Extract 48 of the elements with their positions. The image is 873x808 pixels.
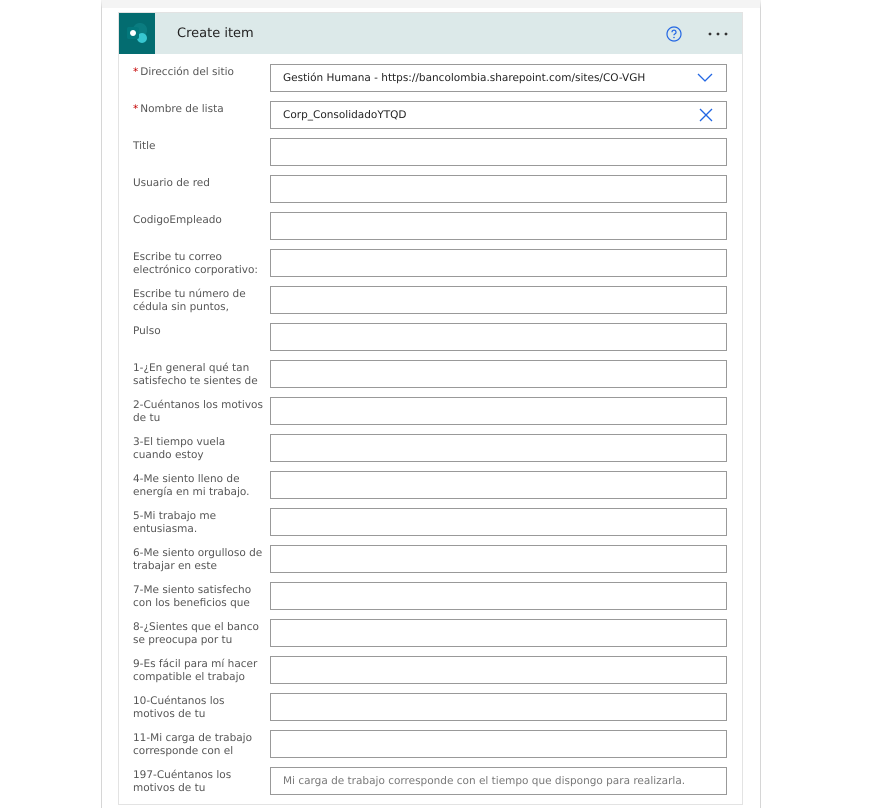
input-field[interactable] — [270, 582, 727, 610]
logo-icon — [119, 13, 155, 54]
input-field[interactable] — [270, 249, 727, 277]
field-label: 5-Mi trabajo me entusiasma. — [133, 510, 216, 535]
required-mark: * — [133, 103, 138, 115]
field-label: 6-Me siento orgulloso de trabajar en este — [133, 547, 262, 572]
input-field[interactable] — [270, 397, 727, 425]
input-field[interactable]: Mi carga de trabajo corresponde con el tiempo que dispongo para realizarla. — [270, 767, 727, 795]
field-label: 197-Cuéntanos los motivos de tu — [133, 769, 232, 794]
input-field[interactable] — [270, 471, 727, 499]
field-label: Title — [133, 140, 156, 152]
required-mark: * — [133, 66, 138, 78]
field-label: Escribe tu correo electrónico corporativo: — [133, 251, 258, 276]
field-label: Usuario de red — [133, 177, 210, 189]
input-field[interactable] — [270, 323, 727, 351]
input-field[interactable]: Corp_ConsolidadoYTQD — [270, 101, 727, 129]
field-label: 2-Cuéntanos los motivos de tu — [133, 399, 263, 424]
field-label: Dirección del sitio — [140, 66, 234, 78]
input-field[interactable] — [270, 175, 727, 203]
input-field[interactable] — [270, 138, 727, 166]
field-label: 1-¿En general qué tan satisfecho te sientes de — [133, 362, 258, 387]
field-label: Pulso — [133, 325, 161, 337]
card-title: Create item — [177, 26, 255, 41]
chevron-down-icon — [697, 73, 713, 83]
input-field[interactable] — [270, 693, 727, 721]
input-field[interactable] — [270, 508, 727, 536]
field-label: 4-Me siento lleno de energía en mi trabajo. — [133, 473, 250, 498]
field-label: Nombre de lista — [140, 103, 224, 115]
field-label: Escribe tu número de cédula sin puntos, — [133, 288, 246, 313]
more-icon[interactable] — [708, 32, 728, 36]
field-label: 7-Me siento satisfecho con los beneficios que — [133, 584, 252, 609]
input-field[interactable] — [270, 619, 727, 647]
input-field[interactable] — [270, 360, 727, 388]
input-field[interactable] — [270, 286, 727, 314]
field-label: 3-El tiempo vuela cuando estoy — [133, 436, 226, 461]
field-label: 10-Cuéntanos los motivos de tu — [133, 695, 225, 720]
input-field[interactable] — [270, 730, 727, 758]
field-label: 8-¿Sientes que el banco se preocupa por tu — [133, 621, 259, 646]
input-field[interactable] — [270, 434, 727, 462]
input-field[interactable] — [270, 212, 727, 240]
field-label: 11-Mi carga de trabajo corresponde con el — [133, 732, 252, 757]
help-icon[interactable] — [666, 26, 682, 42]
input-field[interactable] — [270, 545, 727, 573]
input-field[interactable] — [270, 656, 727, 684]
clear-icon[interactable] — [699, 108, 713, 122]
site-dropdown[interactable]: Gestión Humana - https://bancolombia.sharepoint.com/sites/CO-VGH — [270, 64, 727, 92]
field-label: 9-Es fácil para mí hacer compatible el trabajo — [133, 658, 258, 683]
field-label: CodigoEmpleado — [133, 214, 222, 226]
